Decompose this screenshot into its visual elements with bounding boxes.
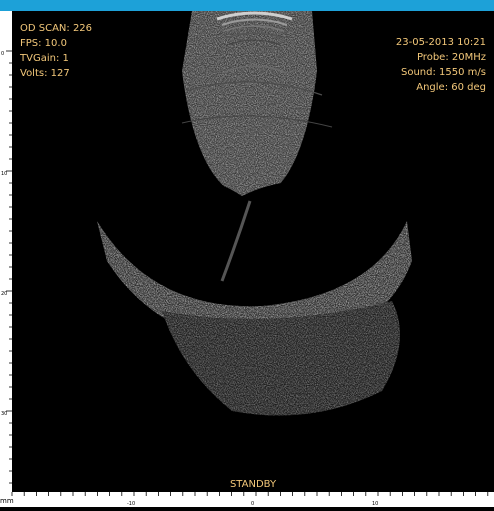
depth-label-30: 30 bbox=[1, 411, 7, 417]
depth-label-20: 20 bbox=[1, 291, 7, 297]
fps-label: FPS: 10.0 bbox=[20, 38, 67, 49]
deep-tissue bbox=[162, 301, 400, 416]
probe-label: Probe: 20MHz bbox=[416, 52, 486, 63]
depth-label-0: 0 bbox=[1, 51, 4, 57]
probe-info-panel: 23-05-2013 10:21 Probe: 20MHz Sound: 155… bbox=[396, 35, 486, 95]
lateral-label-minus-10: -10 bbox=[127, 501, 135, 507]
depth-ruler: 0 10 20 30 bbox=[0, 11, 12, 492]
unit-label: mm bbox=[0, 497, 14, 505]
ultrasound-scan-view[interactable]: OD SCAN: 226 FPS: 10.0 TVGain: 1 Volts: … bbox=[12, 11, 494, 492]
tvgain-label: TVGain: 1 bbox=[20, 53, 69, 64]
lateral-label-10: 10 bbox=[372, 501, 378, 507]
depth-label-10: 10 bbox=[1, 171, 7, 177]
angle-label: Angle: 60 deg bbox=[416, 82, 486, 93]
sound-label: Sound: 1550 m/s bbox=[401, 67, 486, 78]
od-scan-label: OD SCAN: 226 bbox=[20, 23, 93, 34]
scan-info-panel: OD SCAN: 226 FPS: 10.0 TVGain: 1 Volts: … bbox=[20, 21, 92, 81]
anechoic-chamber bbox=[132, 177, 382, 297]
status-indicator: STANDBY bbox=[229, 479, 277, 490]
title-bar bbox=[0, 0, 494, 11]
lateral-ruler: -10 0 10 bbox=[0, 492, 494, 507]
volts-label: Volts: 127 bbox=[20, 68, 70, 79]
lateral-label-0: 0 bbox=[251, 501, 254, 507]
datetime-label: 23-05-2013 10:21 bbox=[395, 37, 486, 48]
